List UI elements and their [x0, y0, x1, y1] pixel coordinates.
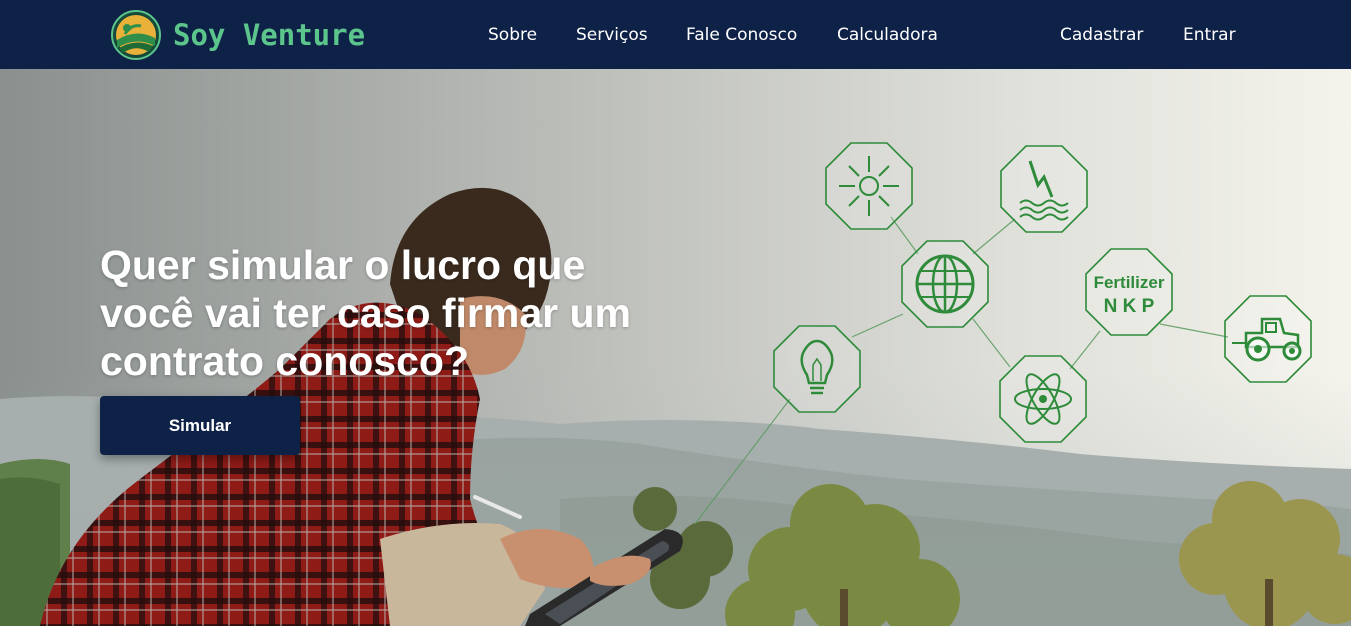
- sun-icon: [825, 142, 913, 230]
- nav-link-calculadora[interactable]: Calculadora: [837, 24, 938, 46]
- fertilizer-npk-icon: Fertilizer N K P: [1085, 248, 1173, 336]
- lightbulb-icon: [773, 325, 861, 413]
- navbar: Soy Venture Sobre Serviços Fale Conosco …: [0, 0, 1351, 69]
- nav-link-cadastrar[interactable]: Cadastrar: [1060, 24, 1143, 46]
- logo-farm-icon: [111, 10, 161, 60]
- hero-section: Fertilizer N K P Quer simular o lucro qu…: [0, 69, 1351, 626]
- nav-link-servicos[interactable]: Serviços: [576, 24, 648, 46]
- nav-link-fale-conosco[interactable]: Fale Conosco: [686, 24, 797, 46]
- nav-link-sobre[interactable]: Sobre: [488, 24, 537, 46]
- tractor-icon: [1224, 295, 1312, 383]
- simular-button[interactable]: Simular: [100, 396, 300, 455]
- nav-link-entrar[interactable]: Entrar: [1183, 24, 1236, 46]
- lightning-water-icon: [1000, 145, 1088, 233]
- fertilizer-title: Fertilizer: [1094, 273, 1165, 292]
- atom-icon: [999, 355, 1087, 443]
- brand-name: Soy Venture: [173, 18, 366, 52]
- globe-icon: [901, 240, 989, 328]
- hero-headline: Quer simular o lucro que você vai ter ca…: [100, 242, 631, 384]
- brand-home-link[interactable]: Soy Venture: [111, 10, 365, 60]
- fertilizer-letters: N K P: [1104, 296, 1155, 317]
